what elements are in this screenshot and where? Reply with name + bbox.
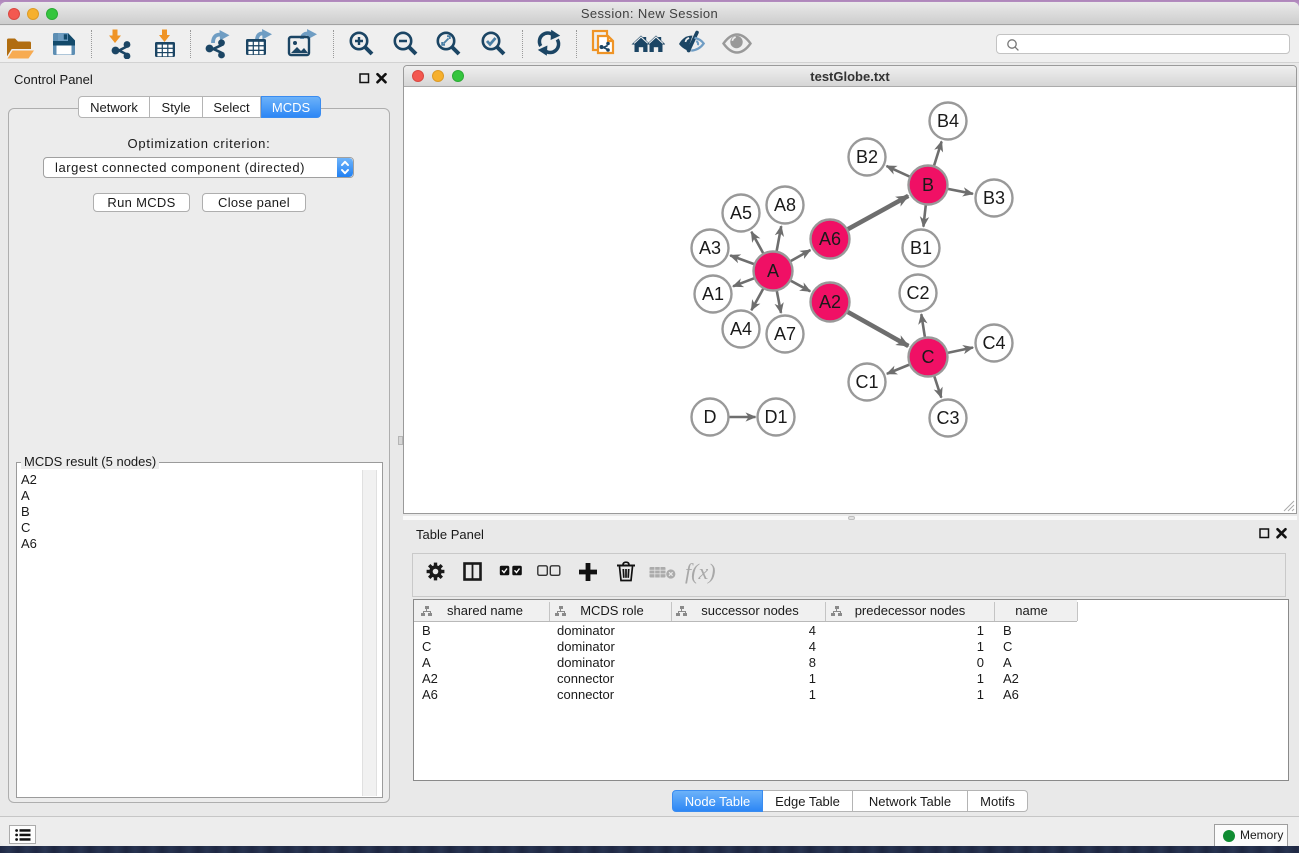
svg-text:C1: C1 [855, 372, 878, 392]
svg-text:A2: A2 [819, 292, 841, 312]
svg-text:B1: B1 [910, 238, 932, 258]
svg-text:C4: C4 [982, 333, 1005, 353]
svg-text:C: C [922, 347, 935, 367]
svg-text:A: A [767, 261, 779, 281]
svg-text:A3: A3 [699, 238, 721, 258]
svg-text:A8: A8 [774, 195, 796, 215]
svg-text:C3: C3 [936, 408, 959, 428]
svg-text:A6: A6 [819, 229, 841, 249]
svg-text:D1: D1 [764, 407, 787, 427]
svg-text:B4: B4 [937, 111, 959, 131]
svg-text:A4: A4 [730, 319, 752, 339]
svg-text:A5: A5 [730, 203, 752, 223]
svg-text:A1: A1 [702, 284, 724, 304]
svg-text:A7: A7 [774, 324, 796, 344]
svg-text:D: D [704, 407, 717, 427]
svg-text:B3: B3 [983, 188, 1005, 208]
svg-text:B: B [922, 175, 934, 195]
svg-text:B2: B2 [856, 147, 878, 167]
svg-text:C2: C2 [906, 283, 929, 303]
